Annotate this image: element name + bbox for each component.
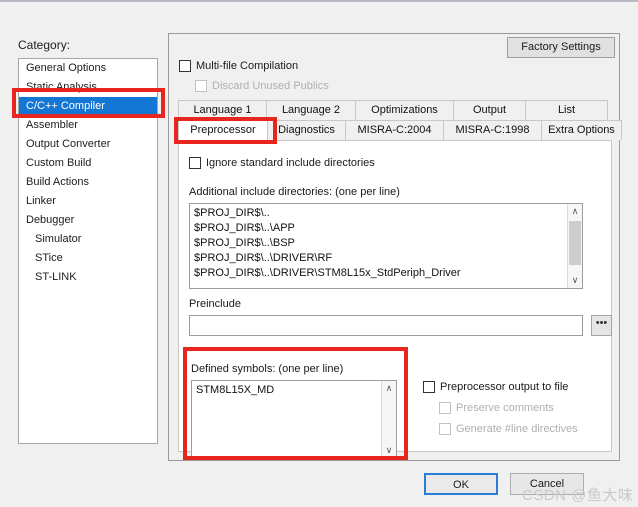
tab-extra-options[interactable]: Extra Options	[541, 120, 622, 140]
options-dialog: Category: General OptionsStatic Analysis…	[0, 0, 638, 507]
multi-file-compilation-checkbox[interactable]: Multi-file Compilation	[179, 60, 298, 72]
preinclude-label: Preinclude	[189, 298, 241, 310]
multi-file-compilation-label: Multi-file Compilation	[196, 60, 298, 72]
include-dirs-label: Additional include directories: (one per…	[189, 186, 400, 198]
checkbox-indicator	[439, 402, 451, 414]
text-line: $PROJ_DIR$\..\APP	[190, 221, 582, 236]
preserve-comments-checkbox: Preserve comments	[439, 402, 554, 414]
category-item[interactable]: ST-LINK	[19, 268, 157, 287]
defined-symbols-textarea[interactable]: STM8L15X_MD ∧ ∨	[191, 380, 397, 459]
compiler-options-panel: Factory Settings Multi-file Compilation …	[168, 33, 620, 461]
checkbox-indicator	[439, 423, 451, 435]
include-dirs-lines: $PROJ_DIR$\..$PROJ_DIR$\..\APP$PROJ_DIR$…	[190, 204, 582, 281]
tab-output[interactable]: Output	[453, 100, 526, 120]
tab-language-1[interactable]: Language 1	[178, 100, 267, 120]
checkbox-indicator	[195, 80, 207, 92]
category-item[interactable]: Assembler	[19, 116, 157, 135]
scrollbar-thumb[interactable]	[569, 221, 581, 265]
preinclude-browse-button[interactable]: •••	[591, 315, 612, 336]
discard-unused-publics-label: Discard Unused Publics	[212, 80, 329, 92]
tab-language-2[interactable]: Language 2	[266, 100, 356, 120]
category-item[interactable]: Debugger	[19, 211, 157, 230]
tab-misra-c-2004[interactable]: MISRA-C:2004	[345, 120, 444, 140]
ignore-standard-includes-checkbox[interactable]: Ignore standard include directories	[189, 157, 375, 169]
defined-symbols-lines: STM8L15X_MD	[192, 381, 396, 398]
preserve-comments-label: Preserve comments	[456, 402, 554, 414]
preprocessor-output-to-file-checkbox[interactable]: Preprocessor output to file	[423, 381, 568, 393]
category-item[interactable]: Linker	[19, 192, 157, 211]
include-dirs-textarea[interactable]: $PROJ_DIR$\..$PROJ_DIR$\..\APP$PROJ_DIR$…	[189, 203, 583, 289]
tabstrip-row-2: PreprocessorDiagnosticsMISRA-C:2004MISRA…	[178, 120, 612, 140]
tab-diagnostics[interactable]: Diagnostics	[267, 120, 346, 140]
compiler-tabstrip: Language 1Language 2OptimizationsOutputL…	[178, 100, 612, 140]
text-line: $PROJ_DIR$\..\BSP	[190, 236, 582, 251]
category-item[interactable]: Simulator	[19, 230, 157, 249]
category-item[interactable]: Custom Build	[19, 154, 157, 173]
defined-symbols-label: Defined symbols: (one per line)	[191, 363, 343, 375]
checkbox-indicator	[179, 60, 191, 72]
tab-misra-c-1998[interactable]: MISRA-C:1998	[443, 120, 542, 140]
text-line: $PROJ_DIR$\..\DRIVER\RF	[190, 251, 582, 266]
checkbox-indicator	[189, 157, 201, 169]
text-line: $PROJ_DIR$\..\DRIVER\STM8L15x_StdPeriph_…	[190, 266, 582, 281]
include-dirs-scrollbar[interactable]: ∧ ∨	[567, 204, 582, 288]
category-item[interactable]: STice	[19, 249, 157, 268]
tab-optimizations[interactable]: Optimizations	[355, 100, 454, 120]
preinclude-input[interactable]	[189, 315, 583, 336]
tabstrip-row-1: Language 1Language 2OptimizationsOutputL…	[178, 100, 612, 120]
defined-symbols-scrollbar[interactable]: ∧ ∨	[381, 381, 396, 458]
text-line: STM8L15X_MD	[192, 383, 396, 398]
generate-line-directives-checkbox: Generate #line directives	[439, 423, 578, 435]
category-item[interactable]: General Options	[19, 59, 157, 78]
scroll-down-icon[interactable]: ∨	[568, 273, 582, 288]
category-listbox[interactable]: General OptionsStatic AnalysisC/C++ Comp…	[18, 58, 158, 444]
discard-unused-publics-checkbox: Discard Unused Publics	[195, 80, 329, 92]
ok-button[interactable]: OK	[424, 473, 498, 495]
scroll-up-icon[interactable]: ∧	[568, 204, 582, 219]
ignore-standard-includes-label: Ignore standard include directories	[206, 157, 375, 169]
category-item[interactable]: C/C++ Compiler	[19, 97, 157, 116]
checkbox-indicator	[423, 381, 435, 393]
category-item[interactable]: Static Analysis	[19, 78, 157, 97]
tab-preprocessor[interactable]: Preprocessor	[178, 120, 268, 140]
scroll-up-icon[interactable]: ∧	[382, 381, 396, 396]
preprocessor-tabpage: Ignore standard include directories Addi…	[178, 140, 612, 452]
category-label: Category:	[18, 38, 70, 52]
text-line: $PROJ_DIR$\..	[190, 206, 582, 221]
tab-list[interactable]: List	[525, 100, 608, 120]
watermark: CSDN @鱼大味	[522, 484, 633, 505]
scroll-down-icon[interactable]: ∨	[382, 443, 396, 458]
factory-settings-button[interactable]: Factory Settings	[507, 37, 615, 58]
preprocessor-output-to-file-label: Preprocessor output to file	[440, 381, 568, 393]
category-item[interactable]: Build Actions	[19, 173, 157, 192]
generate-line-directives-label: Generate #line directives	[456, 423, 578, 435]
category-item[interactable]: Output Converter	[19, 135, 157, 154]
